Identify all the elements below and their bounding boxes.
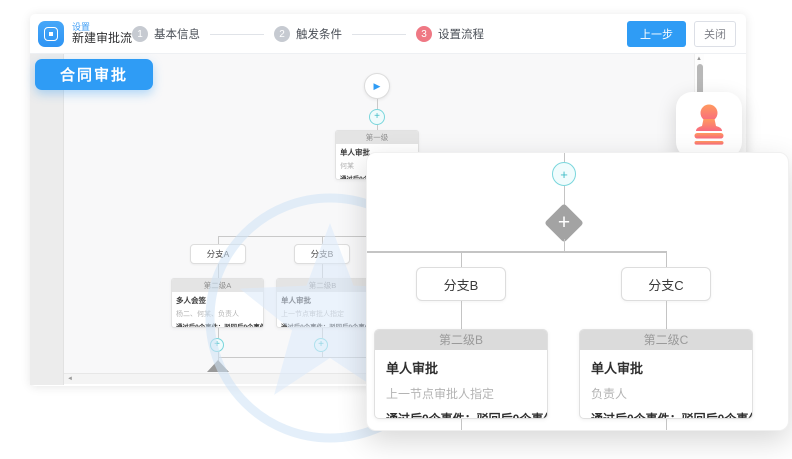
connector-line (377, 99, 378, 109)
plus-icon: + (318, 339, 324, 350)
scroll-up-icon[interactable]: ▲ (696, 56, 702, 62)
add-node-button[interactable]: + (314, 338, 328, 352)
flow-start-node[interactable]: ▶ (364, 73, 390, 99)
node-level2a[interactable]: 第二级A 多人会签 杨二、何某、负责人 通过后0个事件；驳回后0个事件 (171, 278, 264, 328)
add-node-button[interactable]: + (210, 338, 224, 352)
connector-line (461, 301, 463, 329)
connector-line (218, 264, 219, 278)
contract-approval-tag: 合同审批 (35, 59, 153, 90)
wizard-stepper: 1 基本信息 2 触发条件 3 设置流程 (132, 14, 484, 54)
connector-line (461, 419, 463, 431)
node-level2c-zoomed[interactable]: 第二级C 单人审批 负责人 通过后0个事件；驳回后0个事件 (579, 329, 753, 419)
page-title: 新建审批流 (72, 32, 132, 46)
connector-line (322, 236, 323, 244)
canvas-left-gutter (30, 54, 64, 385)
stamp-icon (689, 104, 729, 146)
window-topbar: 设置 新建审批流 1 基本信息 2 触发条件 3 设置流程 (30, 14, 746, 54)
step-trigger-condition[interactable]: 2 触发条件 (274, 26, 342, 42)
step-divider (210, 34, 264, 35)
connector-line (218, 328, 219, 338)
screen: 设置 新建审批流 1 基本信息 2 触发条件 3 设置流程 (0, 0, 792, 459)
step-2-circle: 2 (274, 26, 290, 42)
plus-icon: + (374, 111, 380, 122)
connector-line (322, 328, 323, 338)
step-basic-info[interactable]: 1 基本信息 (132, 26, 200, 42)
play-icon: ▶ (374, 81, 381, 92)
merge-triangle-icon (207, 360, 229, 372)
scroll-left-icon[interactable]: ◄ (67, 376, 73, 382)
connector-line (461, 251, 463, 267)
plus-icon: + (560, 167, 568, 182)
previous-step-button[interactable]: 上一步 (627, 21, 686, 47)
connector-line (218, 236, 219, 244)
connector-line (666, 251, 668, 267)
branch-b-button[interactable]: 分支B (294, 244, 350, 264)
branch-a-button[interactable]: 分支A (190, 244, 246, 264)
connector-line (322, 264, 323, 278)
connector-line (666, 419, 668, 431)
step-1-circle: 1 (132, 26, 148, 42)
add-node-button[interactable]: + (369, 109, 385, 125)
step-3-circle: 3 (416, 26, 432, 42)
step-set-process[interactable]: 3 设置流程 (416, 26, 484, 42)
connector-line (564, 153, 566, 162)
add-branch-diamond-button[interactable]: + (550, 209, 578, 237)
branch-b-button[interactable]: 分支B (416, 267, 506, 301)
stamp-card (676, 92, 742, 158)
close-button[interactable]: 关闭 (694, 21, 736, 47)
node-level2b-zoomed[interactable]: 第二级B 单人审批 上一节点审批人指定 通过后0个事件；驳回后0个事件 (374, 329, 548, 419)
plus-icon: + (550, 209, 578, 237)
connector-line (564, 239, 566, 251)
step-divider (352, 34, 406, 35)
node-level2b[interactable]: 第二级B 单人审批 上一节点审批人指定 通过后0个事件；驳回后0个事件 (276, 278, 369, 328)
branch-connector-line (367, 251, 666, 253)
zoomed-flow-panel: + + 分支B 分支C 第二级B 单人审批 上一节点审批人指定 通过后0个事件；… (366, 152, 789, 431)
app-block: 设置 新建审批流 (38, 21, 132, 47)
settings-app-icon (38, 21, 64, 47)
connector-line (666, 301, 668, 329)
branch-c-button[interactable]: 分支C (621, 267, 711, 301)
plus-icon: + (214, 339, 220, 350)
add-node-button[interactable]: + (552, 162, 576, 186)
